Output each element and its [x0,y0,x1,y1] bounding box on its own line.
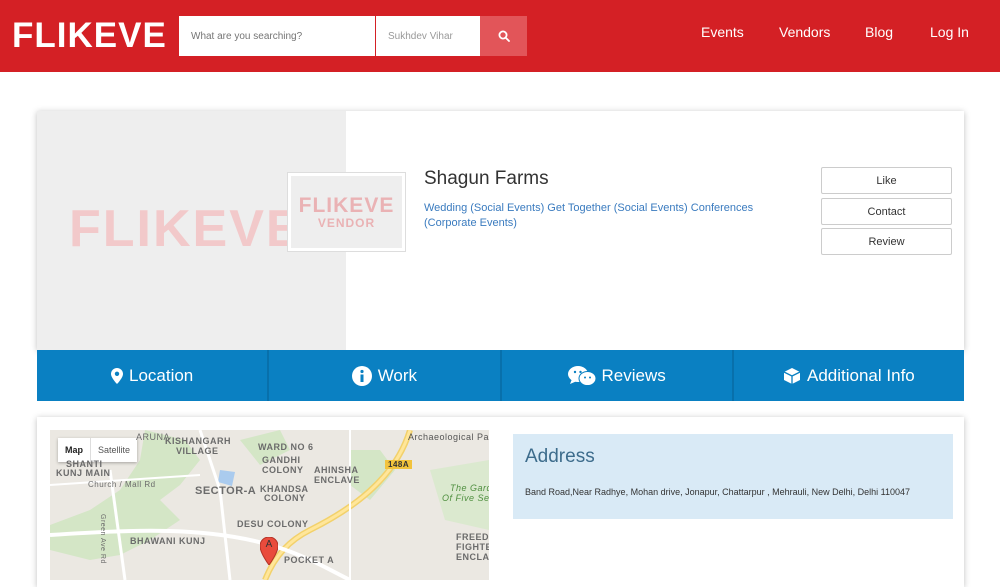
vendor-name: Shagun Farms [424,168,549,189]
search-icon [498,30,510,42]
map-label: KISHANGARH [165,436,232,446]
tab-location-label: Location [128,365,194,385]
map-marker-icon [110,367,123,384]
highway-shield: 148A [385,460,413,469]
tab-reviews[interactable]: Reviews [502,350,734,401]
logo-text: FLIKEVE [12,16,167,55]
chat-bubbles-icon [567,365,596,386]
tab-additional-info-label: Additional Info [807,365,915,385]
nav-events[interactable]: Events [701,24,744,40]
address-text: Band Road,Near Radhye, Mohan drive, Jona… [525,487,911,497]
contact-button[interactable]: Contact [821,198,952,225]
map-label: AHINSHA [314,465,359,475]
map-label: BHAWANI KUNJ [130,536,206,546]
map-label: VILLAGE [176,446,219,456]
map-label: Green Ave Rd [99,514,106,564]
map-label: The Garde [450,483,489,493]
cover-logo-watermark: FLIKEVE [69,200,303,258]
tab-location[interactable]: Location [37,350,270,401]
tab-work-label: Work [377,365,418,385]
map-label: Of Five Sen [442,493,489,503]
map-label: GANDHI [262,455,301,465]
map-pin-label: A [265,539,273,550]
thumbnail-subtitle: VENDOR [317,216,376,230]
map-label: FIGHTE [456,542,489,552]
tab-bar: Location Work Reviews Additional Info [37,350,964,401]
search-button[interactable] [480,16,527,56]
thumbnail-logo: FLIKEVE [298,194,395,217]
map-label: DESU COLONY [237,519,309,529]
map-label: Church / Mall Rd [88,480,156,489]
tab-additional-info[interactable]: Additional Info [734,350,964,401]
map-label: Archaeological Pa [408,432,489,442]
tab-reviews-label: Reviews [601,365,666,385]
nav-login[interactable]: Log In [930,24,969,40]
cube-icon [783,367,801,384]
location-map[interactable]: Map Satellite ARUNA KISHANGARH VILLAGE W… [50,430,489,580]
map-label: ENCLA [456,552,489,562]
site-logo[interactable]: FLIKEVE [12,16,167,56]
map-label: ENCLAVE [314,475,360,485]
map-label: KUNJ MAIN [56,468,111,478]
map-pin[interactable]: A [260,537,278,565]
vendor-thumbnail: FLIKEVE VENDOR [287,172,406,252]
map-label: WARD NO 6 [258,442,314,452]
nav-blog[interactable]: Blog [865,24,893,40]
map-label: COLONY [264,493,306,503]
nav-vendors[interactable]: Vendors [779,24,830,40]
info-icon [351,365,372,386]
map-label: POCKET A [284,555,335,565]
tab-work[interactable]: Work [269,350,502,401]
map-label: COLONY [262,465,304,475]
search-input[interactable] [179,16,375,56]
site-header: FLIKEVE Events Vendors Blog Log In [0,0,1000,72]
location-input[interactable] [376,16,480,56]
vendor-categories[interactable]: Wedding (Social Events) Get Together (So… [424,201,784,231]
map-label: FREED [456,532,489,542]
review-button[interactable]: Review [821,228,952,255]
like-button[interactable]: Like [821,167,952,194]
map-label: SECTOR-A [195,485,257,497]
address-title: Address [525,446,595,467]
